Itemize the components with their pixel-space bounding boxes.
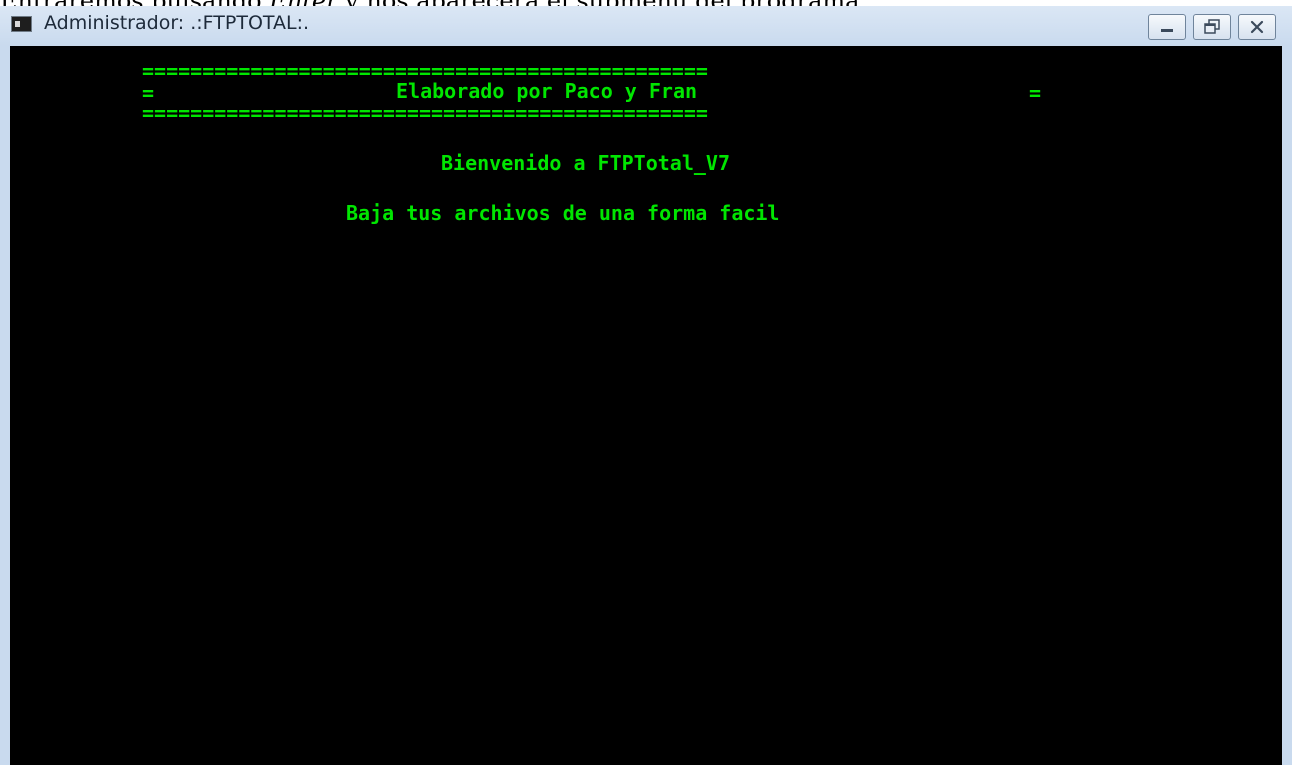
minimize-button[interactable] (1148, 14, 1186, 40)
console-area[interactable]: ========================================… (10, 46, 1282, 765)
console-border-bottom: ========================================… (142, 101, 708, 125)
console-header-text: Elaborado por Paco y Fran (396, 79, 698, 103)
console-header-right-marker: = (1029, 81, 1042, 105)
page: Entraremos pulsando Enter y nos aparecer… (0, 0, 1292, 765)
console-welcome-text: Bienvenido a FTPTotal_V7 (441, 151, 730, 175)
title-bar[interactable]: Administrador: .:FTPTOTAL:. (0, 6, 1292, 46)
console-window-icon[interactable] (11, 16, 32, 32)
window-frame-right (1282, 46, 1292, 765)
console-window: Administrador: .:FTPTOTAL:. ============… (0, 6, 1292, 765)
restore-button[interactable] (1193, 14, 1231, 40)
restore-icon (1204, 19, 1220, 34)
window-title: Administrador: .:FTPTOTAL:. (44, 12, 310, 34)
window-frame-left (0, 46, 10, 765)
minimize-icon (1161, 29, 1173, 32)
close-icon (1250, 20, 1264, 34)
console-tagline-text: Baja tus archivos de una forma facil (346, 201, 780, 225)
close-button[interactable] (1238, 14, 1276, 40)
